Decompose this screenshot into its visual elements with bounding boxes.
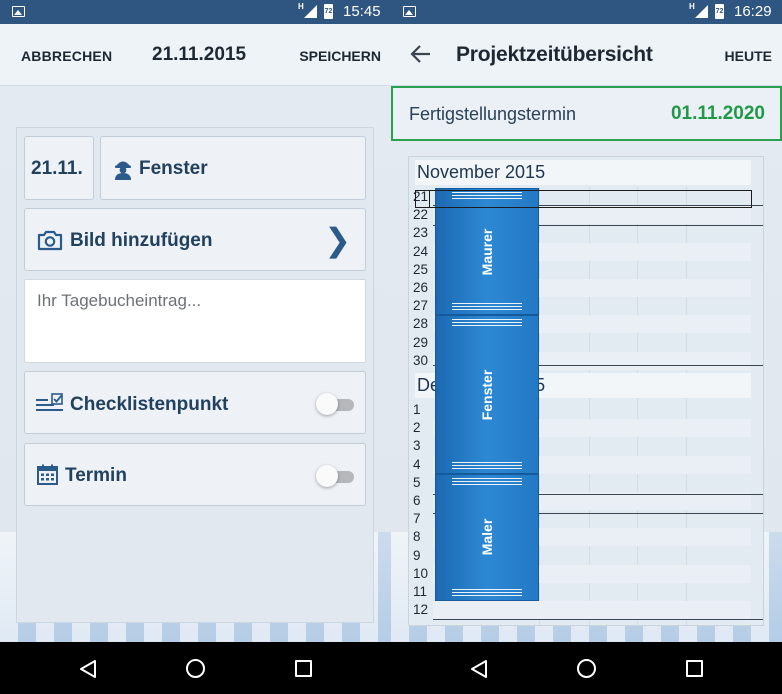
day-number[interactable]: 29 bbox=[413, 335, 433, 350]
battery-icon: 72 bbox=[715, 4, 724, 19]
bar-grip-lines bbox=[452, 319, 522, 328]
day-number[interactable]: 12 bbox=[413, 602, 433, 617]
home-circle-icon[interactable] bbox=[577, 659, 596, 678]
signal-icon bbox=[695, 5, 708, 18]
day-number[interactable]: 22 bbox=[413, 207, 433, 222]
selected-day-row bbox=[415, 190, 752, 208]
task-bar[interactable]: Maler bbox=[435, 473, 539, 602]
diary-entry-input[interactable]: Ihr Tagebucheintrag... bbox=[24, 279, 366, 363]
add-photo-label: Bild hinzufügen bbox=[70, 230, 213, 251]
page-title: Projektzeitübersicht bbox=[456, 43, 653, 66]
checklist-icon bbox=[36, 393, 63, 411]
save-button[interactable]: SPEICHERN bbox=[299, 48, 381, 64]
completion-deadline-banner: Fertigstellungstermin 01.11.2020 bbox=[391, 86, 782, 141]
app-bar: ABBRECHEN 21.11.2015 SPEICHERN bbox=[0, 24, 391, 86]
day-number[interactable]: 1 bbox=[413, 402, 433, 417]
status-bar: H 72 16:29 bbox=[391, 0, 782, 24]
day-number[interactable]: 23 bbox=[413, 225, 433, 240]
recent-apps-icon[interactable] bbox=[295, 660, 312, 677]
task-bar-label: Maurer bbox=[479, 228, 495, 276]
checklist-row[interactable]: Checklistenpunkt bbox=[24, 371, 366, 434]
camera-icon bbox=[37, 230, 63, 251]
day-number[interactable]: 7 bbox=[413, 511, 433, 526]
add-photo-button[interactable]: Bild hinzufügen ❯ bbox=[24, 208, 366, 271]
day-number[interactable]: 27 bbox=[413, 298, 433, 313]
network-type-label: H bbox=[689, 2, 695, 11]
bar-grip-lines bbox=[452, 589, 522, 598]
recent-apps-icon[interactable] bbox=[686, 660, 703, 677]
right-screen: H 72 16:29 Projektzeitübersicht HEUTE Fe… bbox=[391, 0, 782, 694]
image-notification-icon bbox=[403, 6, 416, 17]
app-bar: Projektzeitübersicht HEUTE bbox=[391, 24, 782, 86]
day-number[interactable]: 3 bbox=[413, 438, 433, 453]
appointment-row[interactable]: Termin bbox=[24, 443, 366, 506]
checklist-toggle[interactable] bbox=[316, 393, 356, 415]
signal-icon bbox=[304, 5, 317, 18]
checklist-label: Checklistenpunkt bbox=[70, 394, 229, 415]
day-row-stripe bbox=[433, 601, 751, 620]
appointment-label: Termin bbox=[65, 465, 127, 486]
cancel-button[interactable]: ABBRECHEN bbox=[21, 48, 112, 64]
project-timeline[interactable]: November 201521222324252627282930Dezembe… bbox=[408, 156, 764, 626]
back-triangle-icon[interactable] bbox=[470, 659, 488, 679]
deadline-label: Fertigstellungstermin bbox=[409, 104, 577, 124]
trade-label: Fenster bbox=[139, 158, 208, 179]
back-arrow-icon[interactable] bbox=[410, 43, 432, 65]
worker-icon bbox=[115, 161, 131, 180]
today-button[interactable]: HEUTE bbox=[725, 48, 772, 64]
left-screen: H 72 15:45 ABBRECHEN 21.11.2015 SPEICHER… bbox=[0, 0, 391, 694]
bar-grip-lines bbox=[452, 461, 522, 470]
entry-date-label: 21.11. bbox=[31, 158, 83, 179]
day-number[interactable]: 24 bbox=[413, 244, 433, 259]
task-bar[interactable]: Fenster bbox=[435, 315, 539, 474]
day-number[interactable]: 11 bbox=[413, 584, 433, 599]
deadline-date: 01.11.2020 bbox=[670, 103, 765, 124]
chevron-right-icon: ❯ bbox=[324, 222, 351, 258]
home-circle-icon[interactable] bbox=[186, 659, 205, 678]
week-divider bbox=[433, 619, 763, 621]
day-number[interactable]: 6 bbox=[413, 493, 433, 508]
diary-placeholder: Ihr Tagebucheintrag... bbox=[37, 291, 202, 310]
task-bar-label: Maler bbox=[479, 519, 495, 556]
day-number[interactable]: 26 bbox=[413, 280, 433, 295]
selected-day-marker bbox=[415, 190, 430, 208]
toggle-knob bbox=[316, 393, 338, 415]
back-triangle-icon[interactable] bbox=[79, 659, 97, 679]
toggle-knob bbox=[316, 465, 338, 487]
status-time: 15:45 bbox=[343, 3, 381, 20]
day-number[interactable]: 30 bbox=[413, 353, 433, 368]
day-number[interactable]: 8 bbox=[413, 529, 433, 544]
day-number[interactable]: 9 bbox=[413, 548, 433, 563]
bar-grip-lines bbox=[452, 477, 522, 486]
trade-select[interactable]: Fenster bbox=[100, 136, 366, 200]
day-number[interactable]: 10 bbox=[413, 566, 433, 581]
image-notification-icon bbox=[12, 6, 25, 17]
month-header: November 2015 bbox=[415, 160, 751, 185]
day-number[interactable]: 5 bbox=[413, 475, 433, 490]
status-bar: H 72 15:45 bbox=[0, 0, 391, 24]
bar-grip-lines bbox=[452, 303, 522, 312]
network-type-label: H bbox=[298, 2, 304, 11]
navigation-bar bbox=[0, 642, 391, 694]
day-number[interactable]: 4 bbox=[413, 457, 433, 472]
page-title: 21.11.2015 bbox=[152, 44, 247, 65]
day-number[interactable]: 28 bbox=[413, 316, 433, 331]
day-number[interactable]: 2 bbox=[413, 420, 433, 435]
calendar-icon bbox=[37, 464, 58, 485]
status-time: 16:29 bbox=[734, 3, 772, 20]
navigation-bar bbox=[391, 642, 782, 694]
day-number[interactable]: 25 bbox=[413, 262, 433, 277]
battery-icon: 72 bbox=[324, 4, 333, 19]
appointment-toggle[interactable] bbox=[316, 465, 356, 487]
task-bar-label: Fenster bbox=[479, 369, 495, 420]
entry-date-field[interactable]: 21.11. bbox=[24, 136, 94, 200]
